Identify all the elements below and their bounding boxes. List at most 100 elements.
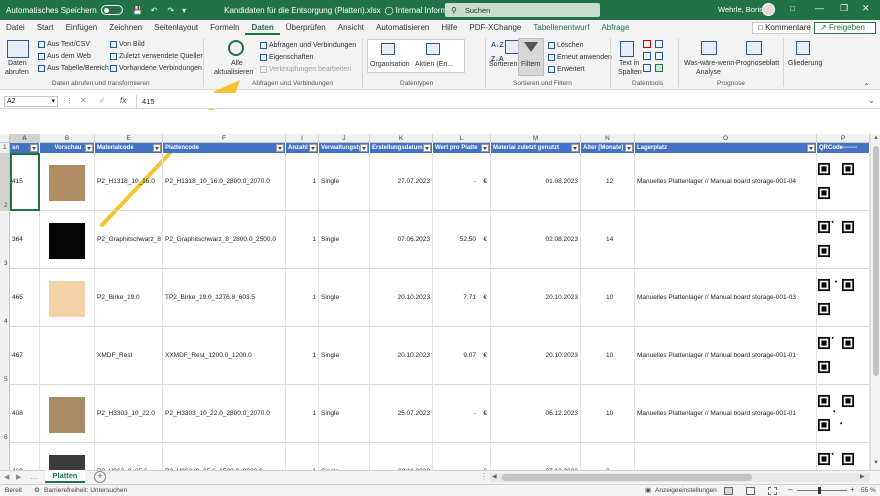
from-text-button[interactable]: Aus Text/CSV xyxy=(38,40,90,49)
maximize-icon[interactable]: ❐ xyxy=(840,3,848,14)
cell-vorschau[interactable] xyxy=(40,153,95,211)
h-scroll-thumb[interactable] xyxy=(502,474,752,481)
vertical-scrollbar[interactable]: ▲ ▼ xyxy=(870,134,880,470)
recent-sources-button[interactable]: Zuletzt verwendete Quellen xyxy=(110,52,204,61)
filter-dropdown-icon[interactable] xyxy=(807,144,815,152)
header-alter[interactable]: Alter [Monate] xyxy=(581,143,635,153)
column-header-j[interactable]: J xyxy=(319,134,370,143)
text-to-columns-button[interactable]: Text in xyxy=(619,59,639,68)
cell-vorschau[interactable] xyxy=(40,327,95,385)
row-header[interactable]: 6 xyxy=(0,385,10,443)
cell-plattencode[interactable]: XXMDF_Rest_1200.0_1200.0 xyxy=(163,327,286,385)
column-header-b[interactable]: B xyxy=(40,134,95,143)
cell-sn[interactable]: 465 xyxy=(10,269,40,327)
minimize-icon[interactable]: — xyxy=(815,3,824,13)
zoom-slider-thumb[interactable] xyxy=(818,487,821,494)
queries-connections-button[interactable]: Abfragen und Verbindungen xyxy=(260,41,356,50)
get-data-button[interactable]: Daten xyxy=(8,59,27,68)
row-header[interactable]: 3 xyxy=(0,211,10,269)
cell-materialcode[interactable]: P2_Graphitschwarz_8 xyxy=(95,211,163,269)
from-image-button[interactable]: Von Bild xyxy=(110,40,145,49)
cell-anzahl[interactable]: 1 xyxy=(286,327,319,385)
filter-dropdown-icon[interactable] xyxy=(360,144,368,152)
column-header-p[interactable]: P xyxy=(817,134,870,143)
clear-filter-button[interactable]: Löschen xyxy=(548,41,583,50)
tab-seitenlayout[interactable]: Seitenlayout xyxy=(148,20,204,35)
row-header[interactable]: 1 xyxy=(0,143,10,153)
text-to-columns-button-line2[interactable]: Spalten xyxy=(618,68,642,77)
autosave-toggle[interactable] xyxy=(100,5,123,15)
cell-erstellungsdatum[interactable]: 20.10.2023 xyxy=(370,269,433,327)
cell-sn[interactable]: 408 xyxy=(10,385,40,443)
sort-button[interactable]: Sortieren xyxy=(489,60,517,69)
tab-datei[interactable]: Datei xyxy=(0,20,31,35)
cell-materialcode[interactable]: P2_Birke_19.0 xyxy=(95,269,163,327)
tab-automatisieren[interactable]: Automatisieren xyxy=(370,20,435,35)
cell-materialcode[interactable]: P2_H3303_10_22.0 xyxy=(95,385,163,443)
sheet-tab-platten[interactable]: Platten xyxy=(45,470,85,483)
cell-erstellungsdatum[interactable]: 20.10.2023 xyxy=(370,327,433,385)
ribbon-display-icon[interactable]: □ xyxy=(790,4,795,13)
what-if-button[interactable]: Was-wäre-wenn- xyxy=(684,59,737,68)
tab-ansicht[interactable]: Ansicht xyxy=(332,20,370,35)
page-layout-view-icon[interactable] xyxy=(746,487,755,495)
scroll-left-icon[interactable]: ◀ xyxy=(492,473,497,480)
filter-dropdown-icon[interactable] xyxy=(85,144,93,152)
column-header-m[interactable]: M xyxy=(491,134,581,143)
advanced-filter-button[interactable]: Erweitert xyxy=(548,65,585,74)
cell-lagerplatz[interactable]: Manuelles Plattenlager // Manual board s… xyxy=(635,327,817,385)
cell-sn[interactable]: 467 xyxy=(10,327,40,385)
cell-lagerplatz[interactable]: Manuelles Plattenlager // Manual board s… xyxy=(635,269,817,327)
accessibility-status[interactable]: Barrierefreiheit: Untersuchen xyxy=(44,487,127,494)
header-material-genutzt[interactable]: Material zuletzt genutzt xyxy=(491,143,581,153)
column-header-o[interactable]: O xyxy=(635,134,817,143)
reapply-button[interactable]: Erneut anwenden xyxy=(548,53,612,62)
cell-alter[interactable]: 10 xyxy=(581,385,635,443)
scroll-up-icon[interactable]: ▲ xyxy=(873,135,879,141)
more-sheets-icon[interactable]: … xyxy=(30,472,38,481)
cell-verwaltungstyp[interactable]: Single xyxy=(319,153,370,211)
row-header[interactable]: 2 xyxy=(0,153,10,211)
tab-daten[interactable]: Daten xyxy=(245,20,280,35)
column-header-k[interactable]: K xyxy=(370,134,433,143)
cell-lagerplatz[interactable]: Manuelles Plattenlager // Manual board s… xyxy=(635,385,817,443)
formula-input[interactable]: 415 xyxy=(142,97,155,106)
filter-dropdown-icon[interactable] xyxy=(276,144,284,152)
cell-wert[interactable]: -€ xyxy=(433,153,491,211)
cell-sn[interactable]: 415 xyxy=(10,153,40,211)
filter-dropdown-icon[interactable] xyxy=(423,144,431,152)
row-header[interactable]: 4 xyxy=(0,269,10,327)
normal-view-icon[interactable] xyxy=(724,487,733,495)
cell-material-genutzt[interactable]: 02.08.2023 xyxy=(491,211,581,269)
display-settings[interactable]: Anzeigeeinstellungen xyxy=(655,487,717,494)
header-wert[interactable]: Wert pro Platte xyxy=(433,143,491,153)
collapse-ribbon-icon[interactable]: ⌃ xyxy=(863,82,870,91)
get-data-button-line2[interactable]: abrufen xyxy=(5,68,29,77)
cell-verwaltungstyp[interactable]: Single xyxy=(319,385,370,443)
share-button[interactable]: ↗ Freigeben xyxy=(814,22,876,34)
data-validation-icon[interactable] xyxy=(643,64,651,72)
cell-lagerplatz[interactable] xyxy=(635,211,817,269)
search-box[interactable]: ⚲ Suchen xyxy=(445,3,600,17)
filter-dropdown-icon[interactable] xyxy=(30,144,38,152)
cell-material-genutzt[interactable]: 20.10.2023 xyxy=(491,327,581,385)
cell-qrcode[interactable] xyxy=(817,385,870,443)
close-icon[interactable]: ✕ xyxy=(862,3,870,14)
consolidate-icon[interactable] xyxy=(655,40,663,48)
avatar[interactable] xyxy=(762,3,775,16)
tab-zeichnen[interactable]: Zeichnen xyxy=(103,20,148,35)
name-box[interactable]: A2 ▾ xyxy=(4,96,58,107)
next-sheet-icon[interactable]: ▶ xyxy=(16,473,21,481)
cell-plattencode[interactable]: P2_Graphitschwarz_8_2800.0_2500.0 xyxy=(163,211,286,269)
tab-einfuegen[interactable]: Einfügen xyxy=(60,20,104,35)
cell-material-genutzt[interactable]: 01.08.2023 xyxy=(491,153,581,211)
filter-dropdown-icon[interactable] xyxy=(481,144,489,152)
tab-split-icon[interactable]: ⋮ xyxy=(480,472,488,481)
redo-icon[interactable]: ↷ xyxy=(167,6,174,15)
insert-function-icon[interactable]: fx xyxy=(120,96,126,105)
expand-formula-icon[interactable]: ⌄ xyxy=(868,96,875,105)
cell-qrcode[interactable] xyxy=(817,153,870,211)
column-header-f[interactable]: F xyxy=(163,134,286,143)
cell-alter[interactable]: 14 xyxy=(581,211,635,269)
header-verwaltungstyp[interactable]: Verwaltungstyp xyxy=(319,143,370,153)
